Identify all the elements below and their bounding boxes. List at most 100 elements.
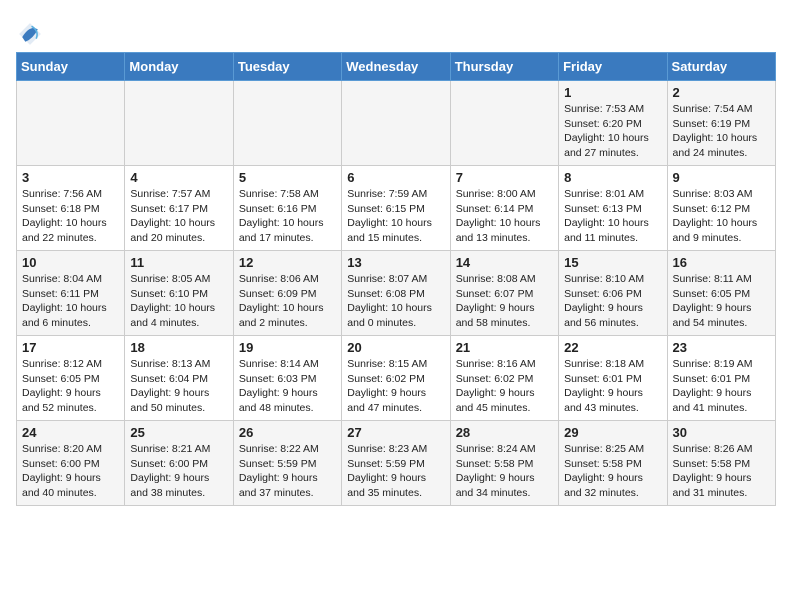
day-info: Sunrise: 8:23 AM Sunset: 5:59 PM Dayligh… — [347, 442, 444, 501]
day-number: 21 — [456, 340, 553, 355]
calendar-cell — [342, 81, 450, 166]
day-info: Sunrise: 8:19 AM Sunset: 6:01 PM Dayligh… — [673, 357, 770, 416]
calendar-cell: 14 Sunrise: 8:08 AM Sunset: 6:07 PM Dayli… — [450, 251, 558, 336]
calendar-cell: 21 Sunrise: 8:16 AM Sunset: 6:02 PM Dayli… — [450, 336, 558, 421]
calendar-cell: 2 Sunrise: 7:54 AM Sunset: 6:19 PM Daylig… — [667, 81, 775, 166]
weekday-header-row: SundayMondayTuesdayWednesdayThursdayFrid… — [17, 53, 776, 81]
day-number: 18 — [130, 340, 227, 355]
day-info: Sunrise: 8:21 AM Sunset: 6:00 PM Dayligh… — [130, 442, 227, 501]
calendar-cell: 28Sunrise: 8:24 AM Sunset: 5:58 PM Dayli… — [450, 421, 558, 506]
day-number: 15 — [564, 255, 661, 270]
day-number: 7 — [456, 170, 553, 185]
weekday-header-wednesday: Wednesday — [342, 53, 450, 81]
calendar-cell: 10 Sunrise: 8:04 AM Sunset: 6:11 PM Dayli… — [17, 251, 125, 336]
day-number: 12 — [239, 255, 336, 270]
day-number: 14 — [456, 255, 553, 270]
day-info: Sunrise: 7:57 AM Sunset: 6:17 PM Dayligh… — [130, 187, 227, 246]
calendar-cell — [125, 81, 233, 166]
day-number: 24 — [22, 425, 119, 440]
calendar-cell: 15Sunrise: 8:10 AM Sunset: 6:06 PM Dayli… — [559, 251, 667, 336]
day-info: Sunrise: 8:24 AM Sunset: 5:58 PM Dayligh… — [456, 442, 553, 501]
calendar-cell: 17 Sunrise: 8:12 AM Sunset: 6:05 PM Dayli… — [17, 336, 125, 421]
day-number: 20 — [347, 340, 444, 355]
day-info: Sunrise: 8:22 AM Sunset: 5:59 PM Dayligh… — [239, 442, 336, 501]
calendar-cell: 11Sunrise: 8:05 AM Sunset: 6:10 PM Dayli… — [125, 251, 233, 336]
day-number: 4 — [130, 170, 227, 185]
logo-icon — [16, 20, 44, 48]
calendar-cell: 4 Sunrise: 7:57 AM Sunset: 6:17 PM Daylig… — [125, 166, 233, 251]
day-info: Sunrise: 8:25 AM Sunset: 5:58 PM Dayligh… — [564, 442, 661, 501]
day-number: 29 — [564, 425, 661, 440]
calendar-cell: 19 Sunrise: 8:14 AM Sunset: 6:03 PM Dayli… — [233, 336, 341, 421]
day-info: Sunrise: 8:20 AM Sunset: 6:00 PM Dayligh… — [22, 442, 119, 501]
day-info: Sunrise: 7:59 AM Sunset: 6:15 PM Dayligh… — [347, 187, 444, 246]
day-number: 10 — [22, 255, 119, 270]
day-info: Sunrise: 8:11 AM Sunset: 6:05 PM Dayligh… — [673, 272, 770, 331]
calendar-cell: 13 Sunrise: 8:07 AM Sunset: 6:08 PM Dayli… — [342, 251, 450, 336]
calendar-cell: 29 Sunrise: 8:25 AM Sunset: 5:58 PM Dayli… — [559, 421, 667, 506]
day-info: Sunrise: 8:07 AM Sunset: 6:08 PM Dayligh… — [347, 272, 444, 331]
day-info: Sunrise: 8:01 AM Sunset: 6:13 PM Dayligh… — [564, 187, 661, 246]
weekday-header-friday: Friday — [559, 53, 667, 81]
day-info: Sunrise: 7:58 AM Sunset: 6:16 PM Dayligh… — [239, 187, 336, 246]
day-info: Sunrise: 8:00 AM Sunset: 6:14 PM Dayligh… — [456, 187, 553, 246]
calendar-week-3: 10 Sunrise: 8:04 AM Sunset: 6:11 PM Dayli… — [17, 251, 776, 336]
calendar-cell: 6 Sunrise: 7:59 AM Sunset: 6:15 PM Daylig… — [342, 166, 450, 251]
day-number: 17 — [22, 340, 119, 355]
calendar-table: SundayMondayTuesdayWednesdayThursdayFrid… — [16, 52, 776, 506]
day-number: 16 — [673, 255, 770, 270]
day-number: 23 — [673, 340, 770, 355]
day-info: Sunrise: 8:18 AM Sunset: 6:01 PM Dayligh… — [564, 357, 661, 416]
day-number: 5 — [239, 170, 336, 185]
day-info: Sunrise: 8:05 AM Sunset: 6:10 PM Dayligh… — [130, 272, 227, 331]
calendar-cell — [17, 81, 125, 166]
day-number: 30 — [673, 425, 770, 440]
day-info: Sunrise: 7:54 AM Sunset: 6:19 PM Dayligh… — [673, 102, 770, 161]
calendar-cell: 30 Sunrise: 8:26 AM Sunset: 5:58 PM Dayli… — [667, 421, 775, 506]
day-number: 26 — [239, 425, 336, 440]
calendar-cell — [233, 81, 341, 166]
calendar-cell: 12 Sunrise: 8:06 AM Sunset: 6:09 PM Dayli… — [233, 251, 341, 336]
calendar-week-4: 17 Sunrise: 8:12 AM Sunset: 6:05 PM Dayli… — [17, 336, 776, 421]
calendar-cell: 23 Sunrise: 8:19 AM Sunset: 6:01 PM Dayli… — [667, 336, 775, 421]
calendar-cell: 18Sunrise: 8:13 AM Sunset: 6:04 PM Dayli… — [125, 336, 233, 421]
weekday-header-tuesday: Tuesday — [233, 53, 341, 81]
header — [16, 16, 776, 48]
day-number: 8 — [564, 170, 661, 185]
logo — [16, 20, 48, 48]
day-info: Sunrise: 7:53 AM Sunset: 6:20 PM Dayligh… — [564, 102, 661, 161]
day-info: Sunrise: 8:26 AM Sunset: 5:58 PM Dayligh… — [673, 442, 770, 501]
calendar-week-2: 3 Sunrise: 7:56 AM Sunset: 6:18 PM Daylig… — [17, 166, 776, 251]
calendar-cell: 26 Sunrise: 8:22 AM Sunset: 5:59 PM Dayli… — [233, 421, 341, 506]
day-number: 3 — [22, 170, 119, 185]
calendar-week-5: 24 Sunrise: 8:20 AM Sunset: 6:00 PM Dayli… — [17, 421, 776, 506]
day-info: Sunrise: 8:04 AM Sunset: 6:11 PM Dayligh… — [22, 272, 119, 331]
calendar-cell: 16 Sunrise: 8:11 AM Sunset: 6:05 PM Dayli… — [667, 251, 775, 336]
calendar-week-1: 1 Sunrise: 7:53 AM Sunset: 6:20 PM Daylig… — [17, 81, 776, 166]
calendar-cell: 5 Sunrise: 7:58 AM Sunset: 6:16 PM Daylig… — [233, 166, 341, 251]
weekday-header-monday: Monday — [125, 53, 233, 81]
calendar-cell: 22Sunrise: 8:18 AM Sunset: 6:01 PM Dayli… — [559, 336, 667, 421]
weekday-header-thursday: Thursday — [450, 53, 558, 81]
day-number: 1 — [564, 85, 661, 100]
weekday-header-saturday: Saturday — [667, 53, 775, 81]
calendar-cell: 24 Sunrise: 8:20 AM Sunset: 6:00 PM Dayli… — [17, 421, 125, 506]
day-number: 27 — [347, 425, 444, 440]
day-info: Sunrise: 8:16 AM Sunset: 6:02 PM Dayligh… — [456, 357, 553, 416]
day-info: Sunrise: 7:56 AM Sunset: 6:18 PM Dayligh… — [22, 187, 119, 246]
calendar-cell: 25Sunrise: 8:21 AM Sunset: 6:00 PM Dayli… — [125, 421, 233, 506]
day-info: Sunrise: 8:08 AM Sunset: 6:07 PM Dayligh… — [456, 272, 553, 331]
day-number: 2 — [673, 85, 770, 100]
day-number: 6 — [347, 170, 444, 185]
day-info: Sunrise: 8:14 AM Sunset: 6:03 PM Dayligh… — [239, 357, 336, 416]
day-number: 19 — [239, 340, 336, 355]
day-info: Sunrise: 8:15 AM Sunset: 6:02 PM Dayligh… — [347, 357, 444, 416]
day-info: Sunrise: 8:06 AM Sunset: 6:09 PM Dayligh… — [239, 272, 336, 331]
calendar-cell: 20 Sunrise: 8:15 AM Sunset: 6:02 PM Dayli… — [342, 336, 450, 421]
day-number: 13 — [347, 255, 444, 270]
calendar-cell — [450, 81, 558, 166]
calendar-cell: 8 Sunrise: 8:01 AM Sunset: 6:13 PM Daylig… — [559, 166, 667, 251]
day-info: Sunrise: 8:03 AM Sunset: 6:12 PM Dayligh… — [673, 187, 770, 246]
calendar-cell: 1 Sunrise: 7:53 AM Sunset: 6:20 PM Daylig… — [559, 81, 667, 166]
day-info: Sunrise: 8:12 AM Sunset: 6:05 PM Dayligh… — [22, 357, 119, 416]
